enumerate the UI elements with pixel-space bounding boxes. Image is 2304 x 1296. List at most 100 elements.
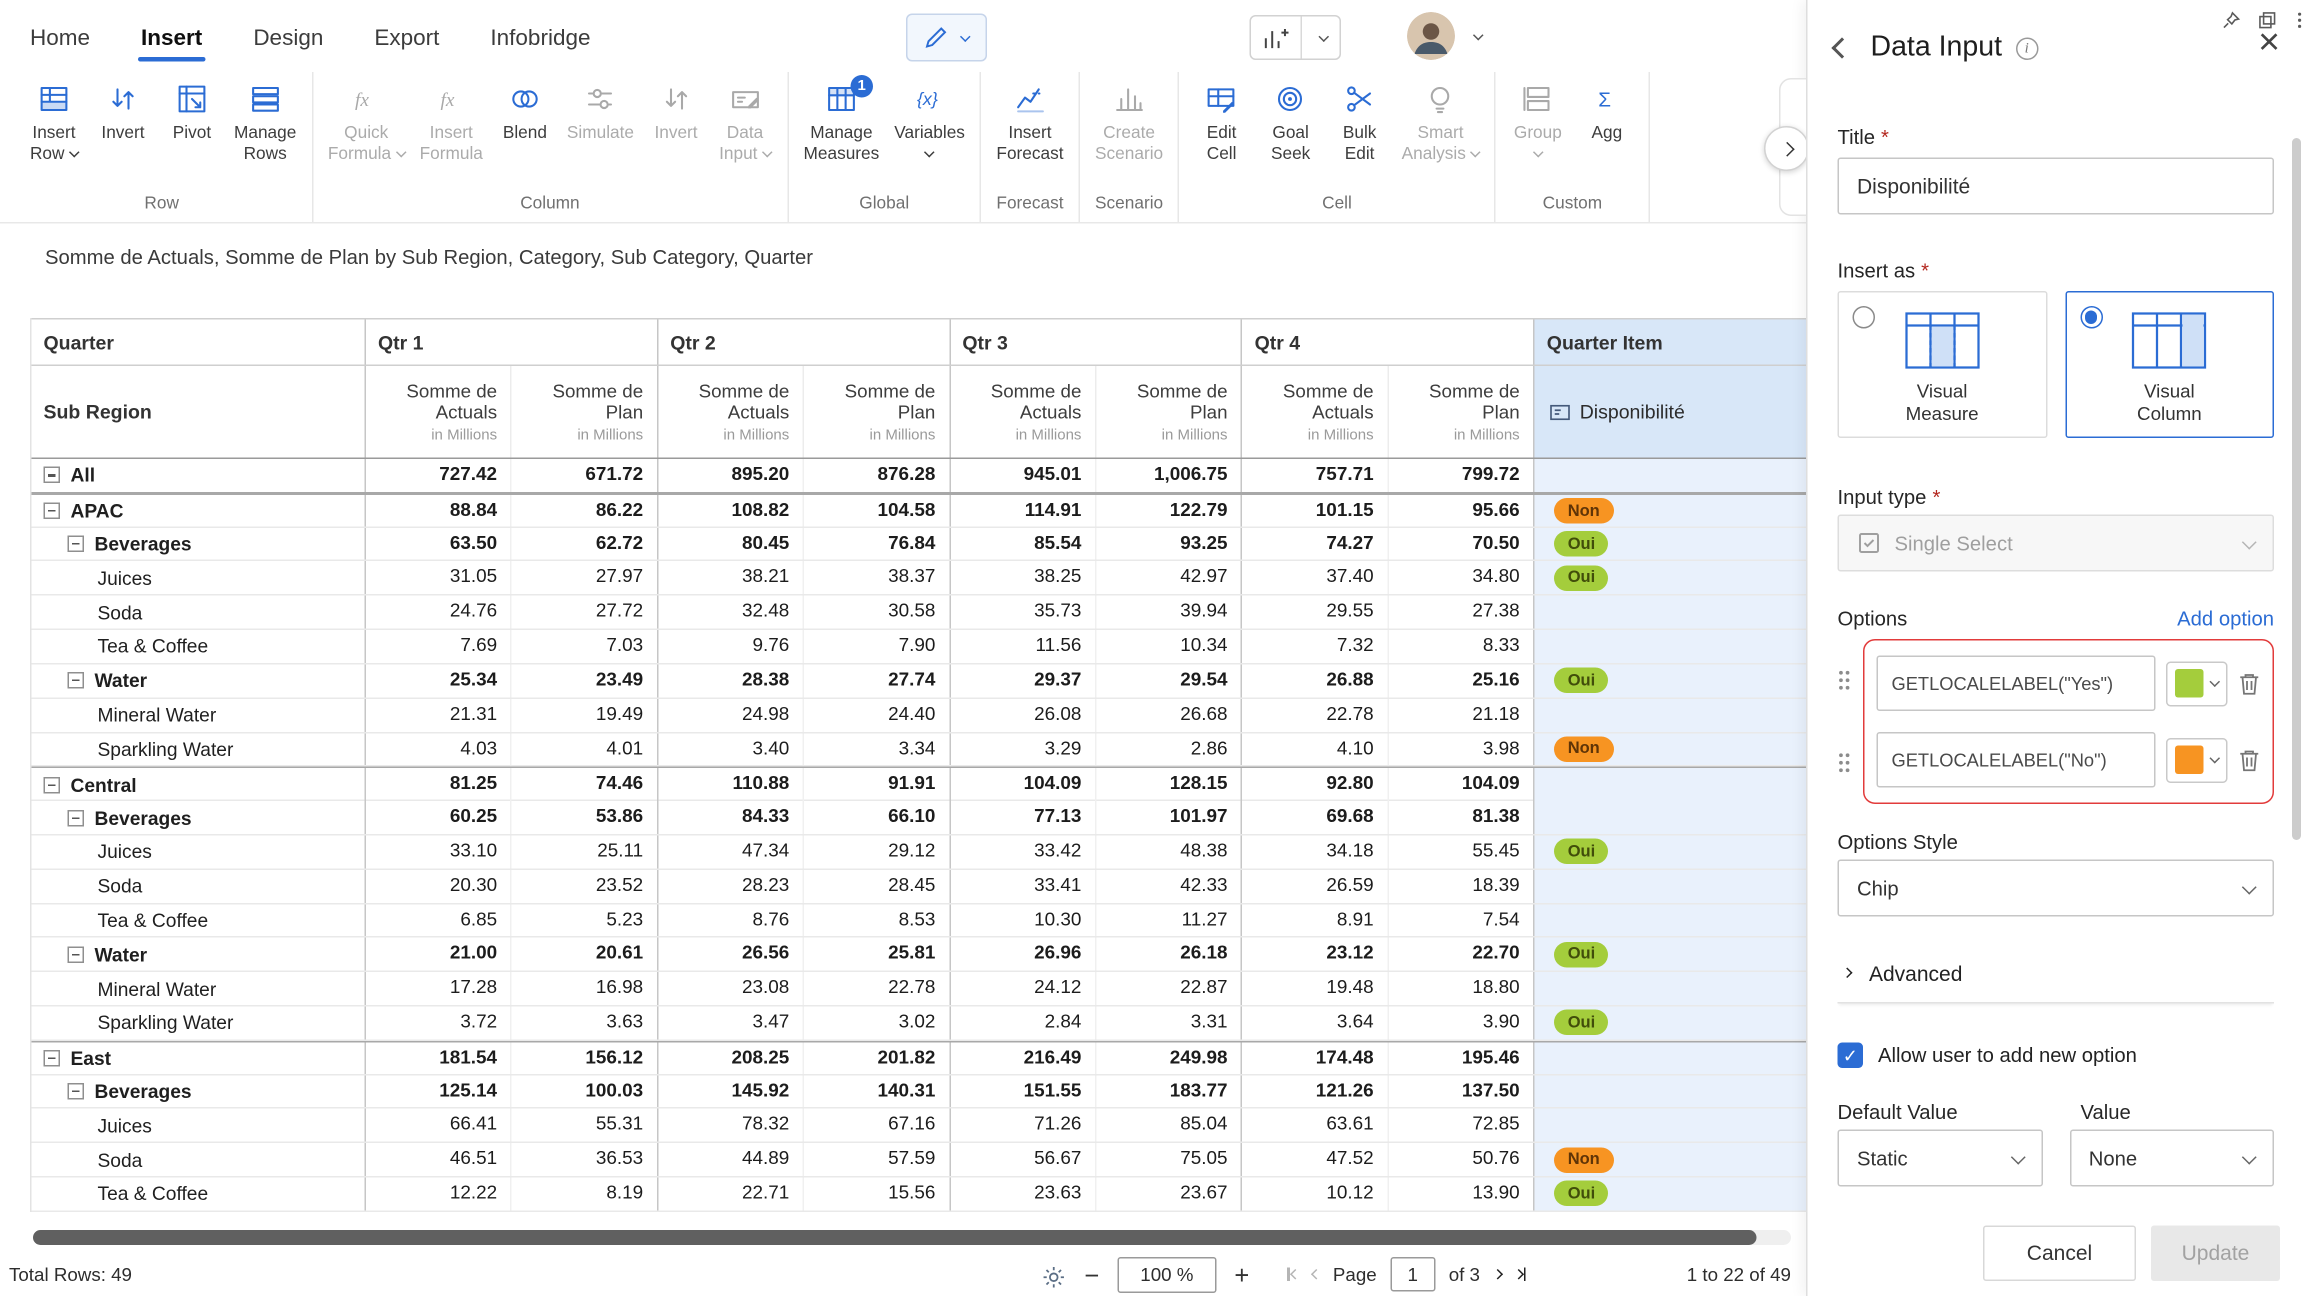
value-cell[interactable]: 28.23 — [658, 870, 804, 903]
value-cell[interactable]: 76.84 — [804, 527, 950, 560]
ribbon-button-quick-formula[interactable]: fxQuickFormula — [320, 72, 412, 192]
page-number-input[interactable]: 1 — [1390, 1257, 1435, 1292]
value-cell[interactable]: 78.32 — [658, 1109, 804, 1142]
measure-header[interactable]: Somme deActualsin Millions — [950, 366, 1096, 458]
ribbon-button-insert-row[interactable]: InsertRow — [20, 72, 89, 192]
value-cell[interactable]: 1,006.75 — [1096, 459, 1242, 492]
value-cell[interactable]: 81.25 — [366, 768, 512, 800]
row-label[interactable]: Water — [32, 938, 367, 971]
drag-handle-icon[interactable] — [1838, 752, 1852, 775]
scrollbar-thumb[interactable] — [33, 1230, 1756, 1245]
value-cell[interactable]: 35.73 — [950, 596, 1096, 629]
value-cell[interactable]: 42.33 — [1096, 870, 1242, 903]
value-cell[interactable]: 92.80 — [1243, 768, 1389, 800]
value-cell[interactable]: 26.88 — [1243, 664, 1389, 697]
value-cell[interactable]: 5.23 — [512, 904, 658, 937]
row-label[interactable]: Beverages — [32, 801, 367, 834]
value-cell[interactable]: 95.66 — [1389, 495, 1535, 527]
collapse-icon[interactable] — [44, 1050, 61, 1067]
value-cell[interactable]: 727.42 — [366, 459, 512, 492]
value-cell[interactable]: 140.31 — [804, 1075, 950, 1108]
checkbox-checked-icon[interactable]: ✓ — [1838, 1043, 1864, 1069]
ribbon-button-simulate[interactable]: Simulate — [559, 72, 641, 192]
value-cell[interactable]: 12.22 — [366, 1178, 512, 1211]
row-label[interactable]: Tea & Coffee — [32, 1178, 367, 1211]
value-cell[interactable]: 85.54 — [950, 527, 1096, 560]
ribbon-button-goal-seek[interactable]: GoalSeek — [1256, 72, 1325, 192]
value-cell[interactable]: 36.53 — [512, 1143, 658, 1176]
row-label[interactable]: Water — [32, 664, 367, 697]
tab-export[interactable]: Export — [371, 6, 442, 66]
option-value-input[interactable]: GETLOCALELABEL("Yes") — [1877, 656, 2156, 712]
value-cell[interactable]: 26.18 — [1096, 938, 1242, 971]
value-cell[interactable]: 121.26 — [1243, 1075, 1389, 1108]
data-input-cell[interactable] — [1535, 904, 1806, 937]
last-page-button[interactable] — [1514, 1268, 1525, 1282]
data-input-column-header[interactable]: Disponibilité — [1535, 366, 1806, 458]
measure-header[interactable]: Somme dePlanin Millions — [1096, 366, 1242, 458]
input-type-select[interactable]: Single Select — [1838, 515, 2275, 572]
value-cell[interactable]: 104.09 — [1389, 768, 1535, 800]
row-label[interactable]: Tea & Coffee — [32, 904, 367, 937]
value-cell[interactable]: 53.86 — [512, 801, 658, 834]
value-cell[interactable]: 24.76 — [366, 596, 512, 629]
collapse-icon[interactable] — [44, 467, 61, 484]
value-cell[interactable]: 22.70 — [1389, 938, 1535, 971]
value-cell[interactable]: 7.90 — [804, 630, 950, 663]
value-cell[interactable]: 10.12 — [1243, 1178, 1389, 1211]
ribbon-button-edit-cell[interactable]: EditCell — [1187, 72, 1256, 192]
ribbon-button-group[interactable]: Group — [1503, 72, 1572, 192]
value-cell[interactable]: 128.15 — [1096, 768, 1242, 800]
measure-header[interactable]: Somme dePlanin Millions — [1389, 366, 1535, 458]
value-cell[interactable]: 23.08 — [658, 972, 804, 1005]
value-cell[interactable]: 23.67 — [1096, 1178, 1242, 1211]
value-cell[interactable]: 66.41 — [366, 1109, 512, 1142]
tab-home[interactable]: Home — [27, 6, 93, 66]
value-cell[interactable]: 27.97 — [512, 562, 658, 595]
back-icon[interactable] — [1835, 41, 1850, 56]
value-cell[interactable]: 3.29 — [950, 733, 1096, 766]
default-value-select[interactable]: Static — [1838, 1130, 2043, 1187]
value-cell[interactable]: 24.12 — [950, 972, 1096, 1005]
ribbon-button-variables[interactable]: {x}Variables — [887, 72, 973, 192]
value-cell[interactable]: 88.84 — [366, 495, 512, 527]
value-cell[interactable]: 93.25 — [1096, 527, 1242, 560]
value-cell[interactable]: 38.25 — [950, 562, 1096, 595]
measure-header[interactable]: Somme dePlanin Millions — [804, 366, 950, 458]
data-input-cell[interactable] — [1535, 1109, 1806, 1142]
value-cell[interactable]: 114.91 — [950, 495, 1096, 527]
cancel-button[interactable]: Cancel — [1983, 1225, 2136, 1281]
zoom-level-input[interactable]: 100 % — [1117, 1257, 1216, 1293]
value-cell[interactable]: 77.13 — [950, 801, 1096, 834]
ribbon-button-create-scenario[interactable]: CreateScenario — [1088, 72, 1171, 192]
value-cell[interactable]: 108.82 — [658, 495, 804, 527]
value-cell[interactable]: 29.54 — [1096, 664, 1242, 697]
value-cell[interactable]: 8.91 — [1243, 904, 1389, 937]
value-cell[interactable]: 137.50 — [1389, 1075, 1535, 1108]
prev-page-button[interactable] — [1312, 1271, 1320, 1279]
data-input-cell[interactable]: Oui — [1535, 527, 1806, 560]
value-cell[interactable]: 29.12 — [804, 835, 950, 868]
quarter-header[interactable]: Qtr 2 — [658, 320, 950, 365]
value-cell[interactable]: 26.96 — [950, 938, 1096, 971]
value-cell[interactable]: 20.30 — [366, 870, 512, 903]
data-input-cell[interactable]: Non — [1535, 733, 1806, 766]
value-cell[interactable]: 16.98 — [512, 972, 658, 1005]
value-cell[interactable]: 3.72 — [366, 1007, 512, 1040]
value-cell[interactable]: 56.67 — [950, 1143, 1096, 1176]
data-input-cell[interactable] — [1535, 1075, 1806, 1108]
row-label[interactable]: East — [32, 1042, 367, 1074]
edit-mode-button[interactable] — [906, 14, 987, 62]
row-label[interactable]: Juices — [32, 562, 367, 595]
value-cell[interactable]: 101.15 — [1243, 495, 1389, 527]
value-cell[interactable]: 100.03 — [512, 1075, 658, 1108]
pin-icon[interactable] — [2222, 11, 2242, 31]
value-cell[interactable]: 3.40 — [658, 733, 804, 766]
value-cell[interactable]: 104.09 — [950, 768, 1096, 800]
collapse-icon[interactable] — [68, 1083, 85, 1100]
data-input-cell[interactable] — [1535, 1042, 1806, 1074]
chip-yes[interactable]: Oui — [1554, 1010, 1609, 1036]
value-cell[interactable]: 151.55 — [950, 1075, 1096, 1108]
value-cell[interactable]: 66.10 — [804, 801, 950, 834]
value-cell[interactable]: 60.25 — [366, 801, 512, 834]
